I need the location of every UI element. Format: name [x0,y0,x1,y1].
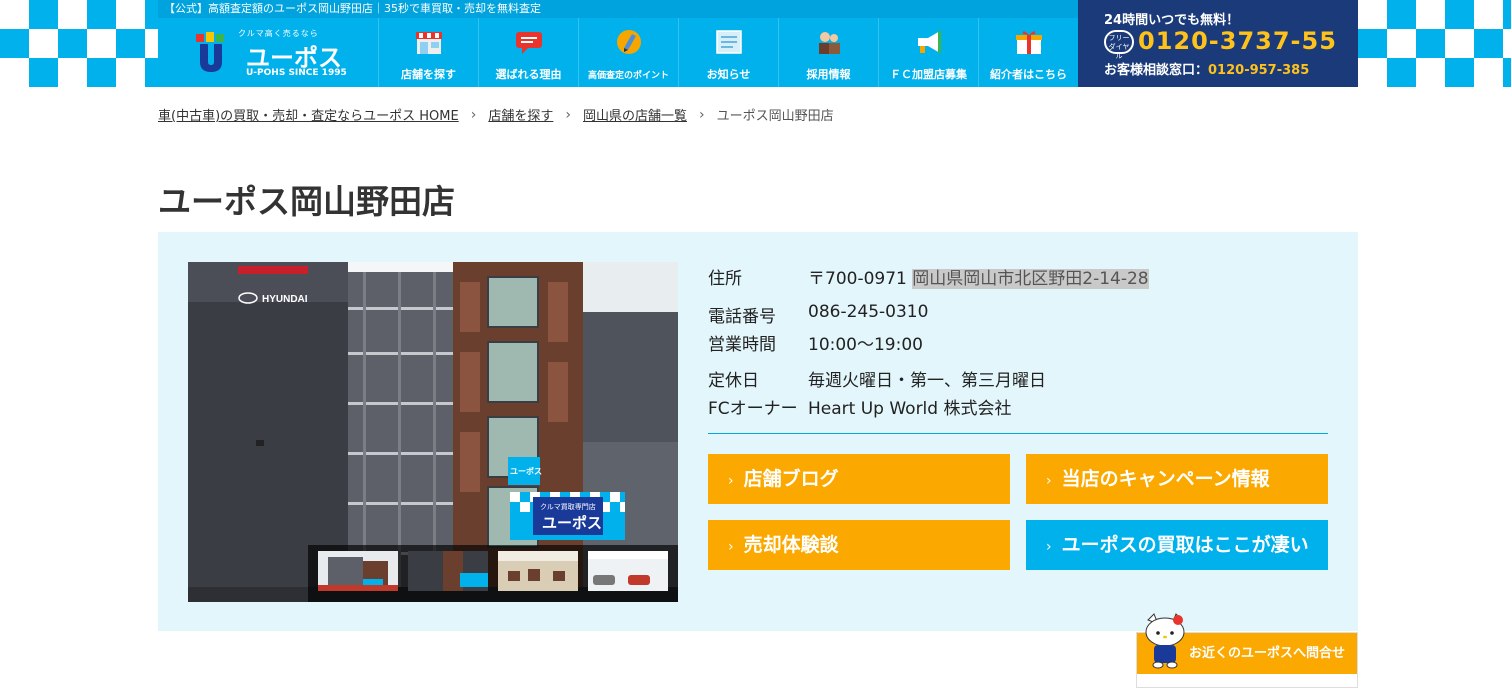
store-sign-side: ユーポス [510,466,542,476]
phone-value[interactable]: 086-245-0310 [808,302,928,322]
thumbnail-2[interactable] [408,551,488,591]
owner-value: Heart Up World 株式会社 [808,399,1012,419]
support-label: お客様相談窓口： [1104,63,1209,78]
thumbnail-3[interactable] [498,551,578,591]
chevron-right-icon: › [728,473,734,489]
hours-value: 10:00〜19:00 [808,335,923,355]
gift-icon [1015,31,1042,54]
holiday-label: 定休日 [708,371,759,391]
site-header: 【公式】高額査定額のユーポス岡山野田店｜35秒で車買取・売却を無料査定 クルマ高… [0,0,1511,87]
chevron-right-icon: › [698,106,705,123]
logo-mark-icon [196,32,224,72]
breadcrumb: 車(中古車)の買取・売却・査定ならユーポス HOME › 店舗を探す › 岡山県… [158,105,834,125]
support-phone-link[interactable]: 0120-957-385 [1208,63,1309,78]
store-sign-name: ユーポス [542,514,602,532]
store-icon [415,32,442,54]
site-logo[interactable]: クルマ高く売るなら ユーポス U-POHS SINCE 1995 [158,18,378,87]
address-label: 住所 [708,269,742,289]
address-text: 岡山県岡山市北区野田2-14-28 [912,269,1149,289]
breadcrumb-prefecture-link[interactable]: 岡山県の店舗一覧 [583,105,687,124]
address-value: 〒700-0971 岡山県岡山市北区野田2-14-28 [808,264,1149,289]
info-divider [708,433,1328,434]
header-topbar: 【公式】高額査定額のユーポス岡山野田店｜35秒で車買取・売却を無料査定 [158,0,1078,18]
store-blog-button[interactable]: › 店舗ブログ [708,454,1010,504]
thumbnail-1[interactable] [318,551,398,591]
postal-code: 〒700-0971 [808,269,907,289]
nav-label: お知らせ [706,68,751,81]
freedial-icon: フリーダイヤル [1104,30,1134,60]
nav-label: 紹介者はこちら [990,68,1067,81]
main-nav: 店舗を探す 選ばれる理由 高価査定のポイント お知らせ 採用情報 ＦＣ加盟店募集… [378,18,1078,87]
hours-label: 営業時間 [708,335,776,355]
holiday-value: 毎週火曜日・第一、第三月曜日 [808,371,1046,391]
thumbnail-4[interactable] [588,551,668,591]
checker-pattern-left [0,0,158,87]
chevron-right-icon: › [1046,473,1052,489]
nav-label: 店舗を探す [401,68,456,81]
page-title: ユーポス岡山野田店 [158,182,455,221]
sales-reviews-button[interactable]: › 売却体験談 [708,520,1010,570]
phone-label: 電話番号 [708,307,776,327]
nav-item-news[interactable]: お知らせ [678,18,778,87]
nav-item-fc-recruitment[interactable]: ＦＣ加盟店募集 [878,18,978,87]
breadcrumb-home-link[interactable]: 車(中古車)の買取・売却・査定ならユーポス HOME [158,105,459,124]
nav-label: 採用情報 [806,68,851,81]
freedial-phone-link[interactable]: 0120-3737-55 [1138,27,1337,55]
campaign-info-button[interactable]: › 当店のキャンペーン情報 [1026,454,1328,504]
speech-bubble-icon [515,32,542,54]
nav-item-appraisal-points[interactable]: 高価査定のポイント [578,18,678,87]
store-sign-hyundai: HYUNDAI [262,294,308,305]
owner-label: FCオーナー [708,399,798,419]
news-icon [715,30,742,54]
nav-item-referrer[interactable]: 紹介者はこちら [978,18,1078,87]
nav-label: 高価査定のポイント [587,71,669,81]
megaphone-icon [917,31,941,53]
nav-item-recruit[interactable]: 採用情報 [778,18,878,87]
chevron-right-icon: › [470,106,477,123]
upos-strength-button[interactable]: › ユーポスの買取はここが凄い [1026,520,1328,570]
contact-headline: 24時間いつでも無料！ [1104,13,1240,28]
thumbnail-strip [308,545,678,602]
customer-support-line: お客様相談窓口：0120-957-385 [1104,59,1309,78]
button-label: 売却体験談 [743,534,839,556]
store-photo-gallery[interactable]: HYUNDAI クルマ買取専門店 ユーポス ユーポス [188,262,678,602]
breadcrumb-current: ユーポス岡山野田店 [716,109,834,124]
nav-label: ＦＣ加盟店募集 [890,68,967,81]
button-label: 当店のキャンペーン情報 [1061,468,1270,490]
store-info-panel: HYUNDAI クルマ買取専門店 ユーポス ユーポス 住所 〒700-0971 … [158,232,1358,631]
chevron-right-icon: › [1046,539,1052,555]
header-contact: 24時間いつでも無料！ フリーダイヤル 0120-3737-55 お客様相談窓口… [1078,0,1358,87]
nav-item-reasons[interactable]: 選ばれる理由 [478,18,578,87]
pencil-icon [616,30,641,54]
mascot-cat-icon [1145,613,1185,669]
breadcrumb-store-search-link[interactable]: 店舗を探す [488,105,553,124]
button-label: ユーポスの買取はここが凄い [1061,534,1309,556]
logo-since: U-POHS SINCE 1995 [246,68,347,78]
checker-pattern-right [1358,0,1511,87]
nav-label: 選ばれる理由 [495,68,562,81]
chevron-right-icon: › [565,106,571,123]
chevron-right-icon: › [728,539,734,555]
nav-item-store-search[interactable]: 店舗を探す [378,18,478,87]
staff-icon [818,32,840,54]
button-label: 店舗ブログ [743,468,839,490]
store-sign-small: クルマ買取専門店 [540,502,596,511]
